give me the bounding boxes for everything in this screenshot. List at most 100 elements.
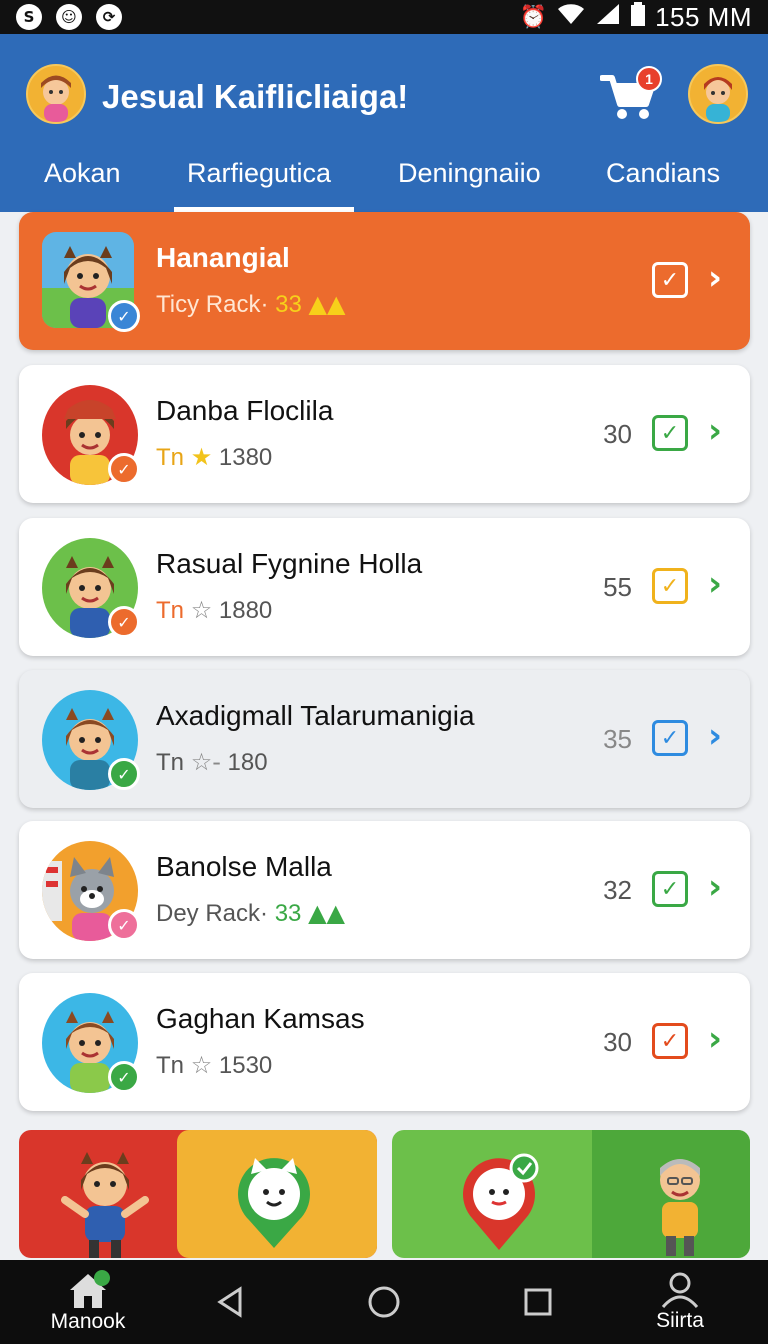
tab-aokan[interactable]: Aokan: [44, 154, 121, 212]
item-name: Hanangial: [156, 242, 290, 273]
signal-icon: [595, 3, 621, 31]
tab-rarfiegutica[interactable]: Rarfiegutica: [173, 154, 355, 212]
tab-candians[interactable]: Candians: [606, 154, 720, 212]
recents-square-icon: [524, 1288, 552, 1316]
status-time: 155 MM: [655, 1, 752, 32]
status-bar: S ☺ ⟳ ⏰ 155 MM: [0, 0, 768, 34]
chevron-right-icon[interactable]: ›: [708, 867, 722, 907]
item-subtitle: Tn ☆ 1530: [156, 1051, 272, 1080]
item-sub-value: 1530: [218, 1052, 273, 1079]
chat-bubble-icon: ☺: [56, 4, 82, 30]
recents-button[interactable]: [514, 1260, 562, 1344]
nav-home-label: Manook: [50, 1310, 126, 1333]
cart-badge: 1: [636, 66, 662, 92]
list-item[interactable]: ✓ Axadigmall Talarumanigia Tn ☆- 180 35 …: [19, 670, 750, 808]
avatar: ✓: [42, 232, 140, 332]
check-badge-icon: ✓: [108, 758, 140, 790]
item-subtitle: Tn ☆- 180: [156, 748, 268, 777]
item-sub-value: 180: [227, 749, 268, 776]
wifi-icon: [557, 3, 585, 31]
grandpa-character-image: [660, 1159, 700, 1256]
nav-profile-label: Siirta: [656, 1309, 704, 1332]
bottom-nav: Manook Siirta: [0, 1260, 768, 1344]
item-count: 32: [603, 875, 632, 905]
item-sub-prefix: Dey Rack·: [156, 900, 269, 927]
star-outline-icon: ☆: [190, 1051, 213, 1079]
checkbox-icon[interactable]: ✓: [652, 415, 688, 451]
item-sub-prefix: Tn: [156, 444, 185, 471]
item-sub-value: 33: [275, 291, 302, 318]
item-sub-prefix: Ticy Rack·: [156, 291, 269, 318]
alarm-icon: ⏰: [519, 4, 548, 30]
check-badge-icon: ✓: [108, 1061, 140, 1093]
list-item[interactable]: ✓ Banolse Malla Dey Rack· 33 ▲▲ 32 ✓ ›: [19, 821, 750, 959]
avatar: ✓: [42, 841, 140, 941]
item-sub-value: 1880: [218, 597, 273, 624]
avatar: ✓: [42, 538, 140, 638]
nav-profile[interactable]: Siirta: [632, 1260, 728, 1344]
star-outline-icon: ☆-: [190, 748, 221, 776]
back-button[interactable]: [206, 1260, 254, 1344]
item-name: Rasual Fygnine Holla: [156, 548, 423, 579]
promo-tile-2[interactable]: [392, 1130, 750, 1258]
check-badge-icon: ✓: [108, 606, 140, 638]
item-sub-value: 33: [274, 900, 302, 927]
star-outline-icon: ☆: [190, 596, 213, 624]
item-name: Gaghan Kamsas: [156, 1003, 365, 1034]
item-sub-prefix: Tn: [156, 749, 185, 776]
list-item[interactable]: ✓ Danba Floclila Tn ★ 1380 30 ✓ ›: [19, 365, 750, 503]
tree-icon: ▲▲: [308, 290, 346, 318]
item-name: Banolse Malla: [156, 851, 332, 882]
tab-label: Rarfiegutica: [187, 158, 332, 188]
avatar: ✓: [42, 993, 140, 1093]
back-triangle-icon: [217, 1286, 242, 1318]
home-button[interactable]: [360, 1260, 408, 1344]
avatar: ✓: [42, 385, 140, 485]
item-subtitle: Tn ★ 1380: [156, 443, 272, 472]
item-subtitle: Tn ☆ 1880: [156, 596, 272, 625]
item-sub-prefix: Tn: [156, 1052, 185, 1079]
chevron-right-icon[interactable]: ›: [708, 564, 722, 604]
chevron-right-icon[interactable]: ›: [708, 716, 722, 756]
chevron-right-icon[interactable]: ›: [708, 258, 722, 298]
list-item[interactable]: ✓ Hanangial Ticy Rack· 33 ▲▲ ✓ ›: [19, 212, 750, 350]
item-name: Danba Floclila: [156, 395, 334, 426]
item-name: Axadigmall Talarumanigia: [156, 700, 475, 731]
page-title: Jesual Kaiflicliaiga!: [102, 78, 409, 115]
checkbox-icon[interactable]: ✓: [652, 720, 688, 756]
checkbox-icon[interactable]: ✓: [652, 871, 688, 907]
item-subtitle: Ticy Rack· 33 ▲▲: [156, 290, 345, 319]
tab-label: Candians: [606, 158, 721, 188]
location-pin-icon: [463, 1153, 539, 1250]
app-header: Jesual Kaiflicliaiga! 1 Aokan Rarfieguti…: [0, 34, 768, 212]
promo-tile-1[interactable]: [19, 1130, 377, 1258]
tab-label: Aokan: [44, 158, 121, 188]
chevron-right-icon[interactable]: ›: [708, 411, 722, 451]
checkbox-icon[interactable]: ✓: [652, 1023, 688, 1059]
tab-label: Deningnaiio: [398, 158, 541, 188]
s-icon: S: [16, 4, 42, 30]
checkbox-icon[interactable]: ✓: [652, 262, 688, 298]
star-icon: ★: [190, 443, 213, 471]
nav-home[interactable]: Manook: [40, 1260, 136, 1344]
item-count: 30: [603, 1027, 632, 1057]
tab-deningnaiio[interactable]: Deningnaiio: [398, 154, 541, 212]
tab-bar: Aokan Rarfiegutica Deningnaiio Candians: [0, 154, 768, 212]
battery-icon: [631, 2, 646, 32]
profile-avatar[interactable]: [688, 64, 748, 124]
home-icon: [70, 1270, 110, 1308]
character-image: [61, 1152, 149, 1258]
item-subtitle: Dey Rack· 33 ▲▲: [156, 899, 345, 928]
check-badge-icon: ✓: [108, 453, 140, 485]
check-badge-icon: ✓: [108, 909, 140, 941]
user-avatar[interactable]: [26, 64, 86, 124]
list-item[interactable]: ✓ Gaghan Kamsas Tn ☆ 1530 30 ✓ ›: [19, 973, 750, 1111]
list-item[interactable]: ✓ Rasual Fygnine Holla Tn ☆ 1880 55 ✓ ›: [19, 518, 750, 656]
sync-icon: ⟳: [96, 4, 122, 30]
item-count: 30: [603, 419, 632, 449]
item-sub-value: 1380: [218, 444, 273, 471]
checkbox-icon[interactable]: ✓: [652, 568, 688, 604]
check-badge-icon: ✓: [108, 300, 140, 332]
avatar: ✓: [42, 690, 140, 790]
chevron-right-icon[interactable]: ›: [708, 1019, 722, 1059]
